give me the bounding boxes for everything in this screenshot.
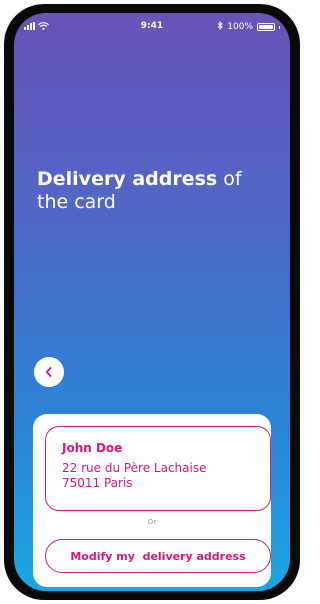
status-right: 100% (217, 20, 280, 33)
phone-frame: 9:41 100% Delivery address of the card J… (4, 4, 300, 600)
battery-percent: 100% (227, 22, 253, 32)
or-separator: Or (147, 518, 157, 526)
app-screen: 9:41 100% Delivery address of the card J… (14, 13, 290, 591)
page-title: Delivery address of the card (37, 168, 267, 214)
bluetooth-icon (217, 20, 223, 33)
delivery-address-option[interactable]: John Doe 22 rue du Père Lachaise 75011 P… (45, 426, 271, 511)
back-button[interactable] (34, 357, 64, 387)
address-line-2: 75011 Paris (62, 476, 133, 490)
page-title-bold: Delivery address (37, 168, 218, 190)
battery-nub (279, 25, 280, 29)
chevron-left-icon (44, 363, 54, 382)
address-line-1: 22 rue du Père Lachaise (62, 461, 207, 475)
modify-address-label: Modify my delivery address (70, 549, 246, 563)
modify-address-button[interactable]: Modify my delivery address (45, 539, 271, 573)
status-bar: 9:41 100% (14, 13, 290, 41)
battery-icon (257, 23, 275, 31)
address-card: John Doe 22 rue du Père Lachaise 75011 P… (33, 414, 271, 587)
recipient-name: John Doe (62, 441, 123, 455)
